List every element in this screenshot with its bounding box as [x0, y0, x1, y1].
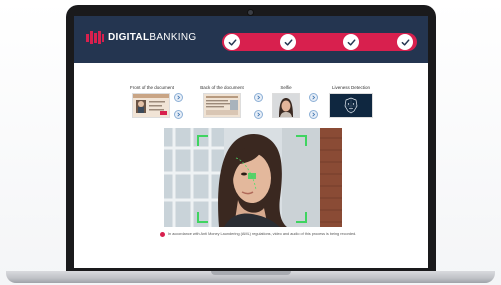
step-label: Front of the document [130, 85, 175, 90]
arrow-right-icon [174, 110, 183, 119]
brand-name: DIGITALBANKING [108, 30, 196, 45]
recording-notice: In accordance with Anti Money Laundering… [160, 230, 356, 238]
step-label: Selfie [280, 85, 292, 90]
arrow-right-icon [309, 110, 318, 119]
step-front-document[interactable]: Front of the document [130, 85, 175, 123]
step-label: Back of the document [200, 85, 244, 90]
brand-name-bold: DIGITAL [108, 32, 150, 43]
step-2-complete-icon [280, 34, 296, 50]
brand-logo[interactable]: DIGITALBANKING [86, 30, 196, 45]
app-header: DIGITALBANKING [74, 16, 428, 63]
progress-bar [222, 33, 417, 51]
recording-icon [160, 231, 165, 237]
camera-stream-image [164, 128, 342, 227]
app-screen: DIGITALBANKING Front of the document Bac… [74, 16, 428, 268]
webcam-icon [247, 9, 254, 16]
step-label: Liveness Detection [331, 85, 371, 90]
laptop-hinge-notch [211, 271, 291, 275]
bank-logo-icon [86, 31, 104, 44]
id-card-front-thumbnail [132, 93, 170, 118]
brand-name-light: BANKING [149, 32, 197, 43]
step-1-complete-icon [224, 34, 240, 50]
laptop-base [6, 271, 495, 283]
step-4-complete-icon [397, 34, 413, 50]
id-card-back-thumbnail [203, 93, 241, 118]
arrow-right-icon [174, 93, 183, 102]
recording-notice-text: In accordance with Anti Money Laundering… [168, 231, 357, 236]
arrow-right-icon [254, 93, 263, 102]
step-selfie[interactable]: Selfie [272, 85, 300, 123]
step-3-complete-icon [343, 34, 359, 50]
arrow-right-icon [254, 110, 263, 119]
selfie-thumbnail [272, 93, 300, 118]
live-video-feed[interactable] [164, 128, 342, 227]
laptop-lid: DIGITALBANKING Front of the document Bac… [66, 5, 436, 272]
step-liveness-detection[interactable]: Liveness Detection [327, 85, 375, 123]
liveness-face-scan-thumbnail [329, 93, 373, 118]
step-back-document[interactable]: Back of the document [199, 85, 245, 123]
arrow-right-icon [309, 93, 318, 102]
